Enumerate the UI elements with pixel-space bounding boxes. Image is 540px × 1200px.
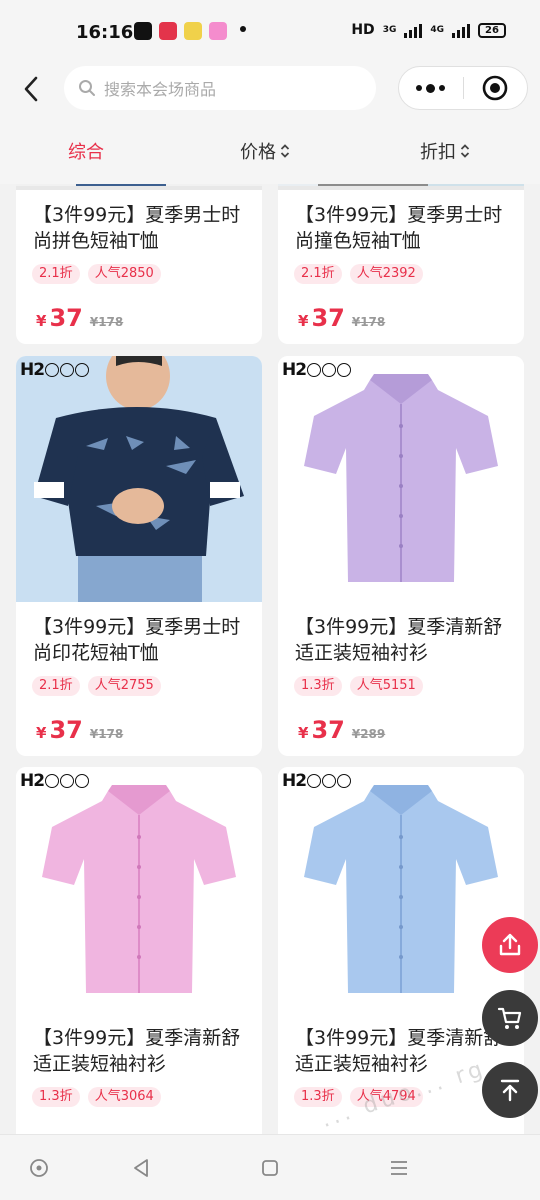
tab-discount[interactable]: 折扣 (420, 138, 470, 164)
price-value: 37 (49, 304, 83, 332)
back-nav-button[interactable] (128, 1155, 154, 1181)
status-time: 16:16 (76, 22, 134, 43)
original-price: ¥178 (89, 315, 124, 329)
back-button[interactable] (18, 74, 44, 104)
product-card[interactable]: H2 【3件99元】夏季清新舒适正装短袖衬衫 1.3折 人气5151 ¥ 37 … (278, 356, 524, 756)
sort-arrows-icon (280, 144, 290, 158)
price-value: 37 (49, 716, 83, 744)
discount-tag: 2.1折 (294, 264, 342, 284)
back-to-top-button[interactable] (482, 1062, 538, 1118)
mini-program-capsule (398, 66, 528, 110)
more-button[interactable] (399, 66, 463, 110)
status-app-icons (134, 22, 227, 40)
popularity-tag: 人气2392 (349, 264, 423, 284)
notification-dot (240, 26, 246, 32)
system-nav-bar (0, 1134, 540, 1200)
original-price: ¥178 (89, 727, 124, 741)
original-price: ¥178 (351, 315, 386, 329)
sort-tabs: 综合 价格 折扣 (0, 114, 540, 184)
status-bar: 16:16 HD 3G 4G 26 (0, 0, 540, 64)
tab-label: 价格 (240, 142, 276, 163)
tiktok-icon (134, 22, 152, 40)
popularity-tag: 人气5151 (349, 676, 423, 696)
cart-icon (497, 1007, 522, 1029)
share-icon (499, 933, 521, 956)
product-title: 【3件99元】夏季男士时尚撞色短袖T恤 (295, 204, 503, 252)
product-card[interactable]: H2 【3件99元】夏季清新舒适正装短袖衬衫 1.3折 人气3064 (16, 767, 262, 1134)
currency-symbol: ¥ (298, 312, 309, 330)
discount-tag: 1.3折 (294, 676, 342, 696)
product-image: H2 (278, 767, 524, 1013)
hd-label: HD (351, 22, 375, 38)
square-home-icon (262, 1160, 278, 1176)
search-icon (79, 80, 95, 96)
currency-symbol: ¥ (298, 724, 309, 742)
battery-icon: 26 (478, 22, 506, 38)
product-title: 【3件99元】夏季清新舒适正装短袖衬衫 (295, 616, 503, 664)
chevron-left-icon (24, 76, 38, 102)
price-value: 37 (311, 304, 345, 332)
cart-button[interactable] (482, 990, 538, 1046)
signal-3g-label: 3G (382, 25, 397, 35)
signal-4g-label: 4G (430, 25, 444, 35)
product-image: H2 (16, 356, 262, 602)
price: ¥ 37 ¥289 (298, 716, 385, 744)
circle-dot-icon (30, 1159, 48, 1177)
product-title: 【3件99元】夏季清新舒适正装短袖衬衫 (33, 1027, 241, 1075)
price: ¥ 37 ¥178 (36, 304, 123, 332)
tab-label: 综合 (68, 142, 104, 163)
price: ¥ 37 ¥178 (36, 716, 123, 744)
product-image: H2 (16, 767, 262, 1013)
app-icon (184, 22, 202, 40)
popularity-tag: 人气2850 (87, 264, 161, 284)
gift-icon (159, 22, 177, 40)
header: 搜索本会场商品 (0, 64, 540, 114)
product-image: H2 (278, 356, 524, 602)
product-image (278, 184, 524, 190)
currency-symbol: ¥ (36, 312, 47, 330)
tab-label: 折扣 (420, 142, 456, 163)
popularity-tag: 人气2755 (87, 676, 161, 696)
tab-price[interactable]: 价格 (240, 138, 290, 164)
product-grid: 【3件99元】夏季男士时尚拼色短袖T恤 2.1折 人气2850 ¥ 37 ¥17… (0, 184, 540, 1134)
triangle-back-icon (134, 1159, 148, 1177)
product-image (16, 184, 262, 190)
popularity-tag: 人气3064 (87, 1087, 161, 1107)
home-nav-button[interactable] (257, 1155, 283, 1181)
brand-logo: H2 (20, 360, 90, 380)
discount-tag: 2.1折 (32, 676, 80, 696)
search-placeholder: 搜索本会场商品 (104, 80, 217, 99)
price: ¥ 37 ¥178 (298, 304, 385, 332)
discount-tag: 1.3折 (32, 1087, 80, 1107)
product-title: 【3件99元】夏季男士时尚印花短袖T恤 (33, 616, 241, 664)
close-miniprogram-button[interactable] (464, 66, 528, 110)
chat-icon (209, 22, 227, 40)
signal-bars-icon (404, 22, 423, 38)
discount-tag: 2.1折 (32, 264, 80, 284)
product-title: 【3件99元】夏季男士时尚拼色短袖T恤 (33, 204, 241, 252)
tab-comprehensive[interactable]: 综合 (68, 138, 104, 164)
currency-symbol: ¥ (36, 724, 47, 742)
original-price: ¥289 (351, 727, 386, 741)
brand-logo: H2 (20, 771, 90, 791)
assistant-button[interactable] (26, 1155, 52, 1181)
search-input[interactable]: 搜索本会场商品 (64, 66, 376, 110)
back-to-top-icon (500, 1079, 520, 1102)
brand-logo: H2 (282, 360, 352, 380)
target-icon (482, 75, 508, 101)
status-right: HD 3G 4G 26 (351, 22, 506, 38)
signal-bars-icon-2 (452, 22, 470, 38)
share-button[interactable] (482, 917, 538, 973)
product-card[interactable]: H2 【3件99元】夏季男士时尚印花短袖T恤 2.1折 人气2755 ¥ 37 … (16, 356, 262, 756)
menu-nav-button[interactable] (386, 1155, 412, 1181)
brand-logo: H2 (282, 771, 352, 791)
price-value: 37 (311, 716, 345, 744)
sort-arrows-icon (460, 144, 470, 158)
product-card[interactable]: 【3件99元】夏季男士时尚撞色短袖T恤 2.1折 人气2392 ¥ 37 ¥17… (278, 184, 524, 344)
product-card[interactable]: 【3件99元】夏季男士时尚拼色短袖T恤 2.1折 人气2850 ¥ 37 ¥17… (16, 184, 262, 344)
menu-icon (391, 1161, 407, 1175)
